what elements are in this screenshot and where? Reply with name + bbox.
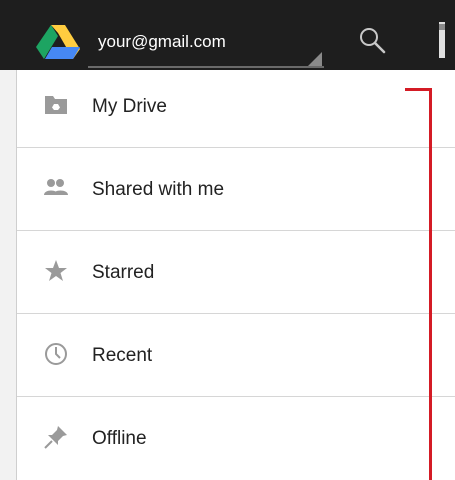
account-email: your@gmail.com: [98, 32, 226, 51]
drawer-item-label: Starred: [92, 262, 155, 283]
drawer-item-label: My Drive: [92, 96, 167, 117]
drawer-item-starred[interactable]: Starred: [17, 236, 455, 314]
spinner-corner-indicator: [308, 52, 322, 66]
google-drive-logo[interactable]: [36, 25, 80, 59]
callout-line-horizontal: [405, 88, 432, 91]
drawer-item-label: Shared with me: [92, 179, 225, 200]
callout-line-vertical: [429, 88, 432, 480]
folder-drive-icon: [45, 96, 67, 114]
drawer-item-label: Recent: [92, 345, 153, 366]
search-icon[interactable]: [358, 26, 388, 56]
drawer-item-recent[interactable]: Recent: [17, 319, 455, 397]
spinner-underline: [88, 66, 324, 68]
drawer-item-label: Offline: [92, 428, 147, 449]
navigation-drawer: My Drive Shared with me Starred Recent O…: [16, 70, 455, 480]
drawer-item-shared-with-me[interactable]: Shared with me: [17, 153, 455, 231]
drawer-item-my-drive[interactable]: My Drive: [17, 70, 455, 148]
account-spinner[interactable]: your@gmail.com: [88, 18, 324, 68]
pin-icon: [44, 426, 67, 449]
clock-icon: [45, 343, 67, 365]
people-icon: [44, 179, 68, 195]
action-bar: your@gmail.com: [0, 0, 455, 70]
screen: ▪ ▪ ▪ ▪ ▪ ▪ your@gmail.com My Dri: [0, 0, 455, 480]
overflow-menu-icon[interactable]: [436, 22, 455, 58]
star-icon: [45, 260, 67, 281]
drawer-item-offline[interactable]: Offline: [17, 402, 455, 480]
